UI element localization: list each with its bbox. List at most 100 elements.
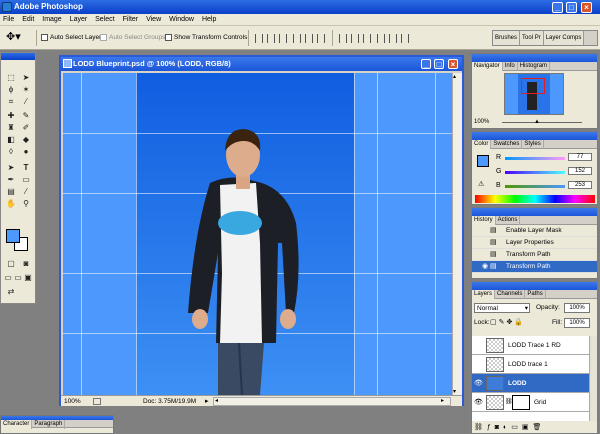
b-value-field[interactable]: 253 (568, 181, 592, 189)
layer-style-icon[interactable]: ƒ (487, 424, 495, 431)
fill-field[interactable]: 100% (564, 318, 590, 328)
image-canvas[interactable] (63, 73, 460, 395)
r-slider[interactable] (505, 157, 565, 160)
g-value-field[interactable]: 152 (568, 167, 592, 175)
move-tool-preset-icon[interactable]: ✥▾ (6, 31, 21, 43)
opacity-field[interactable]: 100% (564, 303, 590, 313)
distribute-vcenter-icon[interactable] (351, 34, 359, 43)
tab-history[interactable]: History (472, 216, 496, 225)
tab-channels[interactable]: Channels (495, 290, 526, 299)
paint-bucket-tool-icon[interactable]: ◆ (20, 135, 32, 145)
eye-icon[interactable]: 👁 (474, 393, 483, 412)
layer-mask-thumbnail[interactable] (512, 395, 530, 410)
history-item-current[interactable]: ◉ ▤ Transform Path (472, 261, 597, 273)
show-transform-controls-checkbox[interactable] (165, 34, 172, 41)
auto-select-groups-option[interactable]: Auto Select Groups (100, 34, 165, 42)
align-hcenter-icon[interactable] (305, 34, 313, 43)
align-top-icon[interactable] (255, 34, 263, 43)
distribute-bottom-icon[interactable] (363, 34, 371, 43)
tab-histogram[interactable]: Histogram (518, 62, 551, 71)
scroll-down-icon[interactable]: ▾ (453, 388, 456, 395)
eye-icon[interactable]: 👁 (474, 374, 483, 393)
lock-icons[interactable]: ▢✎✥🔒 (490, 318, 536, 326)
menu-window[interactable]: Window (166, 14, 197, 26)
gamut-warning-icon[interactable]: ⚠ (478, 180, 484, 188)
slice-tool-icon[interactable]: ⁄ (20, 97, 32, 107)
well-tab-layer-comps[interactable]: Layer Comps (543, 31, 585, 45)
dodge-tool-icon[interactable]: ● (20, 147, 32, 157)
zoom-level-field[interactable]: 100% (64, 396, 81, 407)
screen-mode-standard-icon[interactable]: ▭ (3, 273, 13, 283)
vertical-scrollbar[interactable]: ▴ ▾ (452, 73, 462, 395)
doc-minimize-button[interactable]: _ (421, 59, 431, 69)
eraser-tool-icon[interactable]: ◧ (5, 135, 17, 145)
tab-info[interactable]: Info (503, 62, 518, 71)
hand-tool-icon[interactable]: ✋ (5, 199, 17, 209)
horizontal-scrollbar[interactable]: ◂ ▸ (213, 397, 451, 406)
tab-layers[interactable]: Layers (472, 290, 496, 299)
blend-mode-select[interactable]: Normal ▾ (474, 303, 530, 313)
scroll-up-icon[interactable]: ▴ (453, 73, 456, 80)
minimize-button[interactable]: _ (552, 2, 563, 13)
menu-layer[interactable]: Layer (67, 14, 91, 26)
toolbox-header[interactable] (1, 53, 35, 60)
layer-row[interactable]: LODD trace 1 (472, 355, 589, 374)
menu-select[interactable]: Select (92, 14, 117, 26)
quick-mask-mode-icon[interactable]: ◙ (20, 259, 32, 269)
magic-wand-tool-icon[interactable]: ✶ (20, 85, 32, 95)
standard-mode-icon[interactable]: ▢ (5, 259, 17, 269)
status-menu-icon[interactable] (93, 398, 101, 405)
add-mask-icon[interactable]: ◙ (495, 424, 503, 431)
new-layer-icon[interactable]: ▣ (522, 424, 533, 431)
b-slider[interactable] (505, 185, 565, 188)
history-item[interactable]: ▤ Enable Layer Mask (472, 225, 597, 237)
layer-row-selected[interactable]: 👁 LODD (472, 374, 589, 393)
screen-mode-menubar-icon[interactable]: ▭ (13, 273, 23, 283)
well-tab-tool-presets[interactable]: Tool Pr (520, 31, 544, 45)
auto-select-groups-checkbox[interactable] (100, 34, 107, 41)
menu-help[interactable]: Help (199, 14, 219, 26)
well-tab-brushes[interactable]: Brushes (493, 31, 521, 45)
move-tool-icon[interactable]: ➤ (20, 73, 32, 83)
tab-color[interactable]: Color (472, 140, 492, 149)
history-palette-header[interactable] (472, 208, 597, 216)
menu-file[interactable]: File (0, 14, 17, 26)
scroll-left-icon[interactable]: ◂ (215, 398, 223, 405)
imageready-icon[interactable]: ⇄ (5, 287, 17, 297)
align-bottom-icon[interactable] (279, 34, 287, 43)
tab-navigator[interactable]: Navigator (472, 62, 503, 71)
tab-actions[interactable]: Actions (496, 216, 521, 225)
clone-stamp-tool-icon[interactable]: ♜ (5, 123, 17, 133)
navigator-zoom-field[interactable]: 100% (474, 119, 489, 125)
layers-palette-header[interactable] (472, 282, 597, 290)
navigator-view-box[interactable] (521, 78, 545, 94)
layer-row[interactable]: 👁 ⛓ Grid (472, 393, 589, 412)
color-ramp[interactable] (475, 195, 595, 203)
status-arrow-icon[interactable]: ▸ (205, 397, 209, 406)
distribute-left-icon[interactable] (377, 34, 385, 43)
distribute-right-icon[interactable] (401, 34, 409, 43)
rectangle-tool-icon[interactable]: ▭ (20, 175, 32, 185)
auto-select-layer-option[interactable]: Auto Select Layer (41, 34, 101, 42)
doc-close-button[interactable]: × (448, 59, 458, 69)
notes-tool-icon[interactable]: ▤ (5, 187, 17, 197)
doc-maximize-button[interactable]: □ (434, 59, 444, 69)
brush-tool-icon[interactable]: ✎ (20, 111, 32, 121)
align-vcenter-icon[interactable] (267, 34, 275, 43)
navigator-palette-header[interactable] (472, 54, 597, 62)
eyedropper-tool-icon[interactable]: ⁄ (20, 187, 32, 197)
navigator-zoom-slider[interactable] (502, 122, 582, 123)
tab-paragraph[interactable]: Paragraph (32, 420, 66, 429)
link-layers-icon[interactable]: ⛓ (474, 424, 487, 431)
lasso-tool-icon[interactable]: ϕ (5, 85, 17, 95)
history-brush-source-icon[interactable]: ◉ (482, 261, 488, 273)
navigator-preview[interactable] (504, 73, 564, 115)
layer-row[interactable]: LODD Trace 1 RD (472, 336, 589, 355)
g-slider[interactable] (505, 171, 565, 174)
menu-view[interactable]: View (143, 14, 164, 26)
tab-paths[interactable]: Paths (525, 290, 546, 299)
color-palette-header[interactable] (472, 132, 597, 140)
history-item[interactable]: ▤ Transform Path (472, 249, 597, 261)
history-brush-tool-icon[interactable]: ✐ (20, 123, 32, 133)
foreground-color-swatch[interactable] (6, 229, 20, 243)
